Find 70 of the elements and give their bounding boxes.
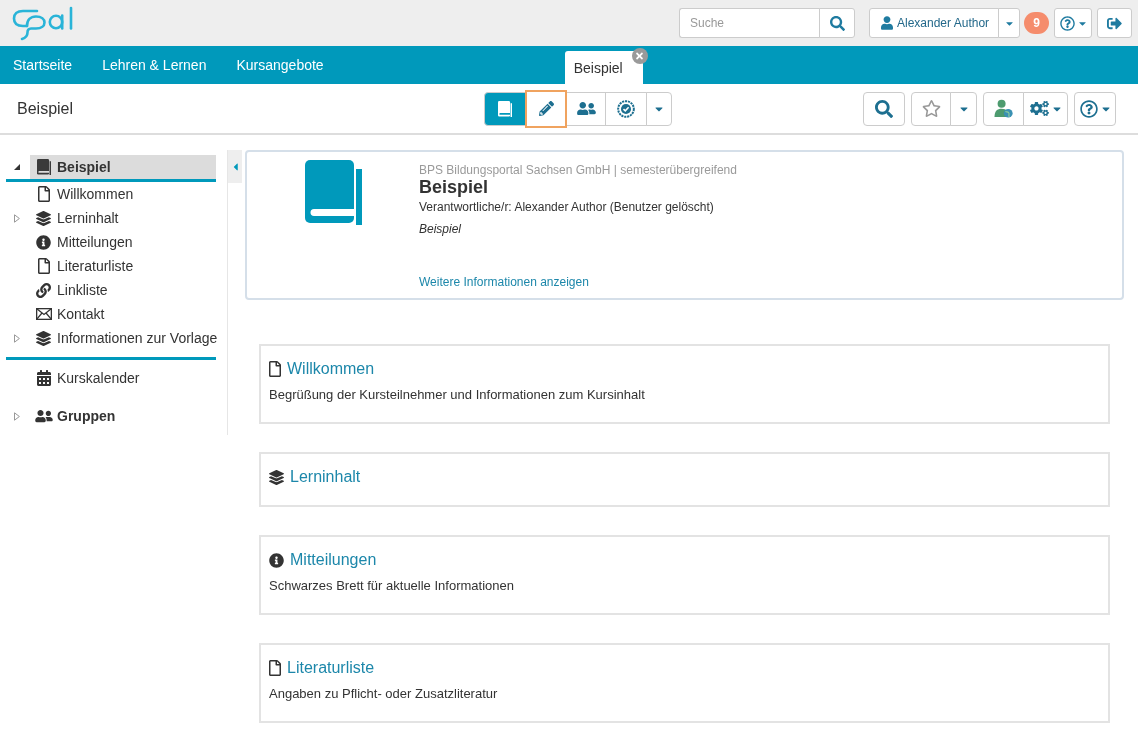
user-dropdown-button[interactable] — [998, 8, 1020, 38]
layers-icon — [269, 469, 284, 485]
help-icon — [1060, 15, 1075, 31]
calendar-icon — [36, 370, 51, 386]
help-button[interactable] — [1054, 8, 1092, 38]
search-button[interactable] — [863, 91, 905, 126]
layers-icon — [36, 210, 51, 226]
users-button[interactable] — [566, 91, 606, 126]
bookmark-button[interactable] — [911, 91, 951, 126]
collapse-sidebar-button[interactable] — [228, 150, 242, 183]
user-menu-button[interactable]: Alexander Author — [869, 8, 999, 38]
check-badge-icon — [617, 99, 635, 118]
tree-item[interactable]: Kurskalender — [30, 366, 144, 390]
gears-icon — [1030, 101, 1049, 116]
course-description: Beispiel — [419, 221, 462, 237]
node-description: Angaben zu Pflicht- oder Zusatzliteratur — [269, 686, 498, 702]
close-icon — [636, 51, 644, 61]
info-icon — [36, 234, 51, 250]
help-icon — [1080, 99, 1098, 118]
star-icon — [921, 100, 941, 117]
course-responsible: Verantwortliche/r: Alexander Author (Benutzer gelöscht) — [419, 199, 714, 215]
tree-item[interactable]: Informationen zur Vorlage — [30, 326, 222, 350]
triangle-icon[interactable] — [14, 164, 20, 170]
course-organization: BPS Bildungsportal Sachsen GmbH | semesterübergreifend — [419, 163, 737, 177]
pencil-button[interactable] — [525, 89, 567, 128]
course-title: Beispiel — [17, 99, 74, 117]
node-description: Schwarzes Brett für aktuelle Informationen — [269, 578, 514, 594]
search-button[interactable] — [819, 8, 855, 38]
tree-item[interactable]: Literaturliste — [30, 254, 138, 278]
page-icon — [269, 361, 281, 377]
node-title-link[interactable]: Lerninhalt — [269, 468, 361, 486]
tree-item[interactable]: Mitteilungen — [30, 230, 137, 254]
envelope-icon — [35, 308, 52, 320]
tree-item[interactable]: Beispiel — [30, 155, 216, 179]
user-globe-button[interactable] — [983, 91, 1024, 126]
tree-item[interactable]: Kontakt — [30, 302, 109, 326]
link-icon — [36, 282, 51, 298]
help-button[interactable] — [1074, 91, 1116, 126]
more-info-link[interactable]: Weitere Informationen anzeigen — [419, 274, 589, 290]
gears-button[interactable] — [1023, 91, 1068, 126]
tree-item[interactable]: Lerninhalt — [30, 206, 123, 230]
search-field[interactable]: Suche — [679, 8, 820, 38]
node-description: Begrüßung der Kursteilnehmer und Informationen zum Kursinhalt — [269, 387, 645, 403]
course-title: Beispiel — [419, 177, 489, 197]
page-icon — [269, 660, 281, 676]
tree-item[interactable]: Gruppen — [30, 404, 120, 428]
pencil-icon — [538, 101, 554, 116]
users-icon — [576, 101, 596, 116]
tree-item[interactable]: Willkommen — [30, 182, 138, 206]
layers-icon — [36, 330, 51, 346]
node-title-link[interactable]: Willkommen — [269, 360, 375, 378]
logout-button[interactable] — [1097, 8, 1132, 38]
page-icon — [37, 258, 50, 274]
tree-item[interactable]: Linkliste — [30, 278, 112, 302]
users-icon — [34, 409, 53, 423]
badge-button[interactable] — [605, 91, 647, 126]
user-globe-icon — [994, 99, 1013, 118]
search-icon — [875, 99, 893, 118]
course-tab[interactable]: Beispiel — [564, 51, 643, 84]
node-title-link[interactable]: Mitteilungen — [269, 551, 377, 569]
page-icon — [37, 186, 50, 202]
info-icon — [269, 552, 284, 568]
book-button[interactable] — [484, 91, 526, 126]
book-icon — [498, 100, 512, 117]
node-title-link[interactable]: Literaturliste — [269, 659, 375, 677]
user-icon — [881, 16, 893, 30]
search-icon — [829, 15, 845, 31]
logout-icon — [1107, 15, 1122, 31]
book-icon — [36, 159, 51, 175]
book-icon — [304, 160, 362, 225]
